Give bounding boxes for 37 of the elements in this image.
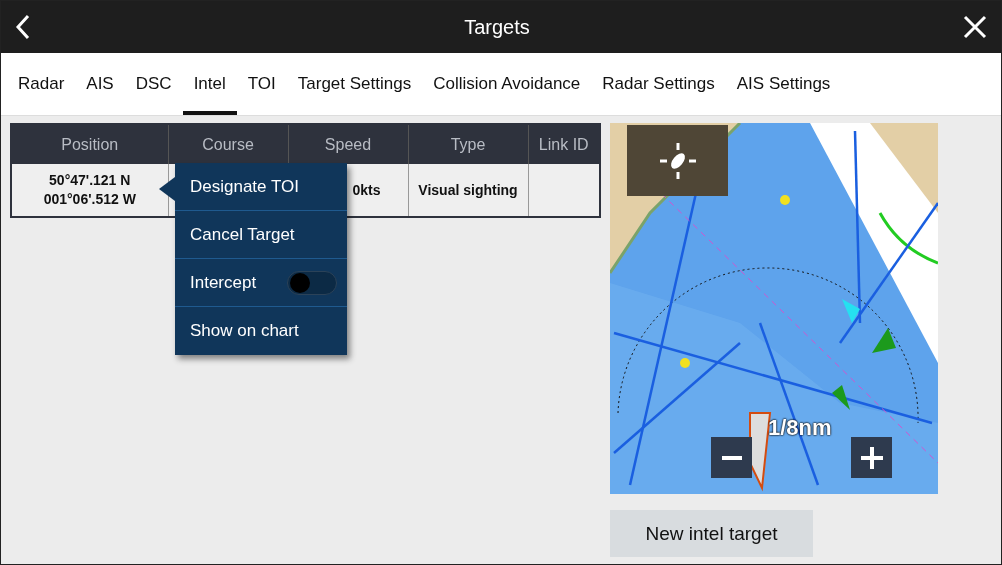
tab[interactable]: DSC [124, 53, 183, 115]
buoy-icon [780, 195, 790, 205]
column-header: Link ID [528, 124, 600, 164]
tab[interactable]: Radar Settings [591, 53, 726, 115]
minus-icon [721, 455, 742, 460]
menu-item[interactable]: Designate TOI [175, 163, 347, 211]
menu-item[interactable]: Cancel Target [175, 211, 347, 259]
column-header: Speed [288, 124, 408, 164]
table-cell: Visual sighting [408, 164, 528, 217]
tab[interactable]: Collision Avoidance [422, 53, 592, 115]
column-header: Type [408, 124, 528, 164]
new-intel-target-button[interactable]: New intel target [610, 510, 813, 557]
vessel-crosshair-icon [657, 140, 698, 181]
zoom-in-button[interactable] [851, 437, 892, 478]
menu-item[interactable]: Show on chart [175, 307, 347, 355]
back-icon[interactable] [15, 14, 31, 40]
window-title: Targets [464, 15, 530, 39]
table-cell [528, 164, 600, 217]
light-sector-arc [878, 212, 938, 265]
target-icon[interactable] [842, 299, 860, 323]
buoy-icon [680, 358, 690, 368]
scale-label: 1/8nm [768, 415, 832, 441]
column-header: Position [11, 124, 168, 164]
tab[interactable]: TOI [236, 53, 287, 115]
toggle-switch[interactable] [287, 270, 337, 295]
tab[interactable]: AIS Settings [725, 53, 842, 115]
tab[interactable]: AIS [75, 53, 125, 115]
close-icon[interactable] [963, 15, 987, 39]
tab[interactable]: Target Settings [286, 53, 423, 115]
locate-vessel-button[interactable] [627, 125, 728, 196]
tab[interactable]: Radar [7, 53, 76, 115]
tab[interactable]: Intel [182, 53, 237, 115]
plus-icon [860, 446, 883, 469]
table-cell: 50°47'.121 N 001°06'.512 W [11, 164, 168, 217]
zoom-out-button[interactable] [711, 437, 752, 478]
column-header: Course [168, 124, 288, 164]
menu-item-label: Intercept [190, 272, 257, 293]
